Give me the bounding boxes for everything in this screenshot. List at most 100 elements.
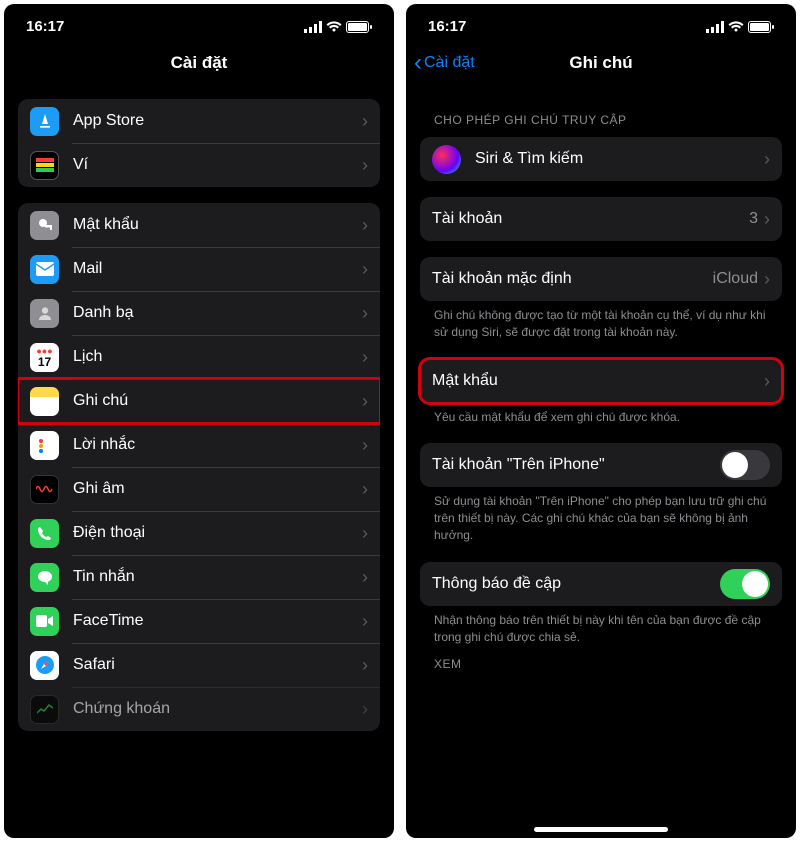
phone-icon: [30, 519, 59, 548]
row-accounts[interactable]: Tài khoản 3 ›: [420, 197, 782, 241]
page-title: Cài đặt: [171, 53, 228, 73]
chevron-right-icon: ›: [362, 656, 368, 674]
row-label: Tài khoản mặc định: [432, 270, 713, 288]
chevron-right-icon: ›: [362, 216, 368, 234]
status-bar: 16:17: [4, 4, 394, 41]
chevron-right-icon: ›: [362, 348, 368, 366]
battery-icon: [748, 21, 774, 33]
toggle-mention[interactable]: [720, 569, 770, 599]
row-label: Ghi âm: [73, 480, 362, 498]
row-stocks[interactable]: Chứng khoán ›: [18, 687, 380, 731]
row-notes[interactable]: Ghi chú ›: [18, 379, 380, 423]
row-siri-search[interactable]: Siri & Tìm kiếm ›: [420, 137, 782, 181]
row-calendar[interactable]: ●●●17 Lịch ›: [18, 335, 380, 379]
row-reminders[interactable]: Lời nhắc ›: [18, 423, 380, 467]
footer-password: Yêu cầu mật khẩu để xem ghi chú được khó…: [420, 403, 782, 428]
row-phone[interactable]: Điện thoại ›: [18, 511, 380, 555]
row-facetime[interactable]: FaceTime ›: [18, 599, 380, 643]
appstore-icon: [30, 107, 59, 136]
settings-list[interactable]: App Store › Ví › Mật khẩu › Mail ›: [4, 95, 394, 838]
group-mention: Thông báo đề cập: [420, 562, 782, 606]
row-label: Mail: [73, 260, 362, 278]
wifi-icon: [728, 21, 744, 33]
row-passwords[interactable]: Mật khẩu ›: [18, 203, 380, 247]
row-label: Ghi chú: [73, 392, 362, 410]
back-label: Cài đặt: [424, 54, 475, 72]
reminders-icon: [30, 431, 59, 460]
chevron-right-icon: ›: [362, 112, 368, 130]
calendar-icon: ●●●17: [30, 343, 59, 372]
chevron-right-icon: ›: [362, 524, 368, 542]
row-mention-toggle[interactable]: Thông báo đề cập: [420, 562, 782, 606]
siri-icon: [432, 145, 461, 174]
row-label: Mật khẩu: [73, 216, 362, 234]
back-button[interactable]: ‹ Cài đặt: [414, 54, 475, 72]
row-default-account[interactable]: Tài khoản mặc định iCloud ›: [420, 257, 782, 301]
row-label: Tài khoản "Trên iPhone": [432, 456, 720, 474]
contacts-icon: [30, 299, 59, 328]
wifi-icon: [326, 21, 342, 33]
group-password: Mật khẩu ›: [420, 359, 782, 403]
nav-bar: ‹ Cài đặt Ghi chú: [406, 41, 796, 85]
row-label: Điện thoại: [73, 524, 362, 542]
group-default-account: Tài khoản mặc định iCloud ›: [420, 257, 782, 301]
nav-bar: Cài đặt: [4, 41, 394, 85]
row-contacts[interactable]: Danh bạ ›: [18, 291, 380, 335]
battery-icon: [346, 21, 372, 33]
cellular-icon: [706, 21, 724, 33]
chevron-right-icon: ›: [362, 436, 368, 454]
status-indicators: [304, 21, 372, 33]
row-value: 3: [749, 210, 758, 228]
row-value: iCloud: [713, 270, 758, 288]
chevron-right-icon: ›: [362, 480, 368, 498]
row-label: Tin nhắn: [73, 568, 362, 586]
row-label: Lịch: [73, 348, 362, 366]
row-messages[interactable]: Tin nhắn ›: [18, 555, 380, 599]
row-label: App Store: [73, 112, 362, 130]
notes-settings-list[interactable]: CHO PHÉP GHI CHÚ TRUY CẬP Siri & Tìm kiế…: [406, 95, 796, 838]
row-label: Safari: [73, 656, 362, 674]
settings-screen: 16:17 Cài đặt App Store › Ví › Mật: [4, 4, 394, 838]
notes-settings-screen: 16:17 ‹ Cài đặt Ghi chú CHO PHÉP GHI CHÚ…: [406, 4, 796, 838]
toggle-on-iphone[interactable]: [720, 450, 770, 480]
footer-on-iphone: Sử dụng tài khoản "Trên iPhone" cho phép…: [420, 487, 782, 545]
chevron-right-icon: ›: [764, 150, 770, 168]
status-bar: 16:17: [406, 4, 796, 41]
facetime-icon: [30, 607, 59, 636]
group-accounts: Tài khoản 3 ›: [420, 197, 782, 241]
footer-default-account: Ghi chú không được tạo từ một tài khoản …: [420, 301, 782, 343]
page-title: Ghi chú: [569, 53, 632, 73]
chevron-right-icon: ›: [764, 210, 770, 228]
key-icon: [30, 211, 59, 240]
mail-icon: [30, 255, 59, 284]
settings-group-apps: Mật khẩu › Mail › Danh bạ › ●●●17 Lịch ›…: [18, 203, 380, 731]
home-indicator[interactable]: [534, 827, 668, 832]
row-label: Danh bạ: [73, 304, 362, 322]
chevron-left-icon: ‹: [414, 57, 422, 69]
status-time: 16:17: [428, 18, 466, 35]
row-label: Chứng khoán: [73, 700, 362, 718]
settings-group-store: App Store › Ví ›: [18, 99, 380, 187]
section-header-view: XEM: [420, 647, 782, 677]
chevron-right-icon: ›: [362, 392, 368, 410]
section-header-access: CHO PHÉP GHI CHÚ TRUY CẬP: [420, 95, 782, 133]
row-voice-memos[interactable]: Ghi âm ›: [18, 467, 380, 511]
status-indicators: [706, 21, 774, 33]
chevron-right-icon: ›: [362, 156, 368, 174]
stocks-icon: [30, 695, 59, 724]
safari-icon: [30, 651, 59, 680]
chevron-right-icon: ›: [362, 700, 368, 718]
row-mail[interactable]: Mail ›: [18, 247, 380, 291]
voicememos-icon: [30, 475, 59, 504]
chevron-right-icon: ›: [764, 270, 770, 288]
notes-icon: [30, 387, 59, 416]
row-password[interactable]: Mật khẩu ›: [420, 359, 782, 403]
row-label: Mật khẩu: [432, 372, 764, 390]
row-wallet[interactable]: Ví ›: [18, 143, 380, 187]
row-app-store[interactable]: App Store ›: [18, 99, 380, 143]
row-label: Tài khoản: [432, 210, 749, 228]
row-safari[interactable]: Safari ›: [18, 643, 380, 687]
wallet-icon: [30, 151, 59, 180]
group-siri: Siri & Tìm kiếm ›: [420, 137, 782, 181]
row-on-iphone-toggle[interactable]: Tài khoản "Trên iPhone": [420, 443, 782, 487]
